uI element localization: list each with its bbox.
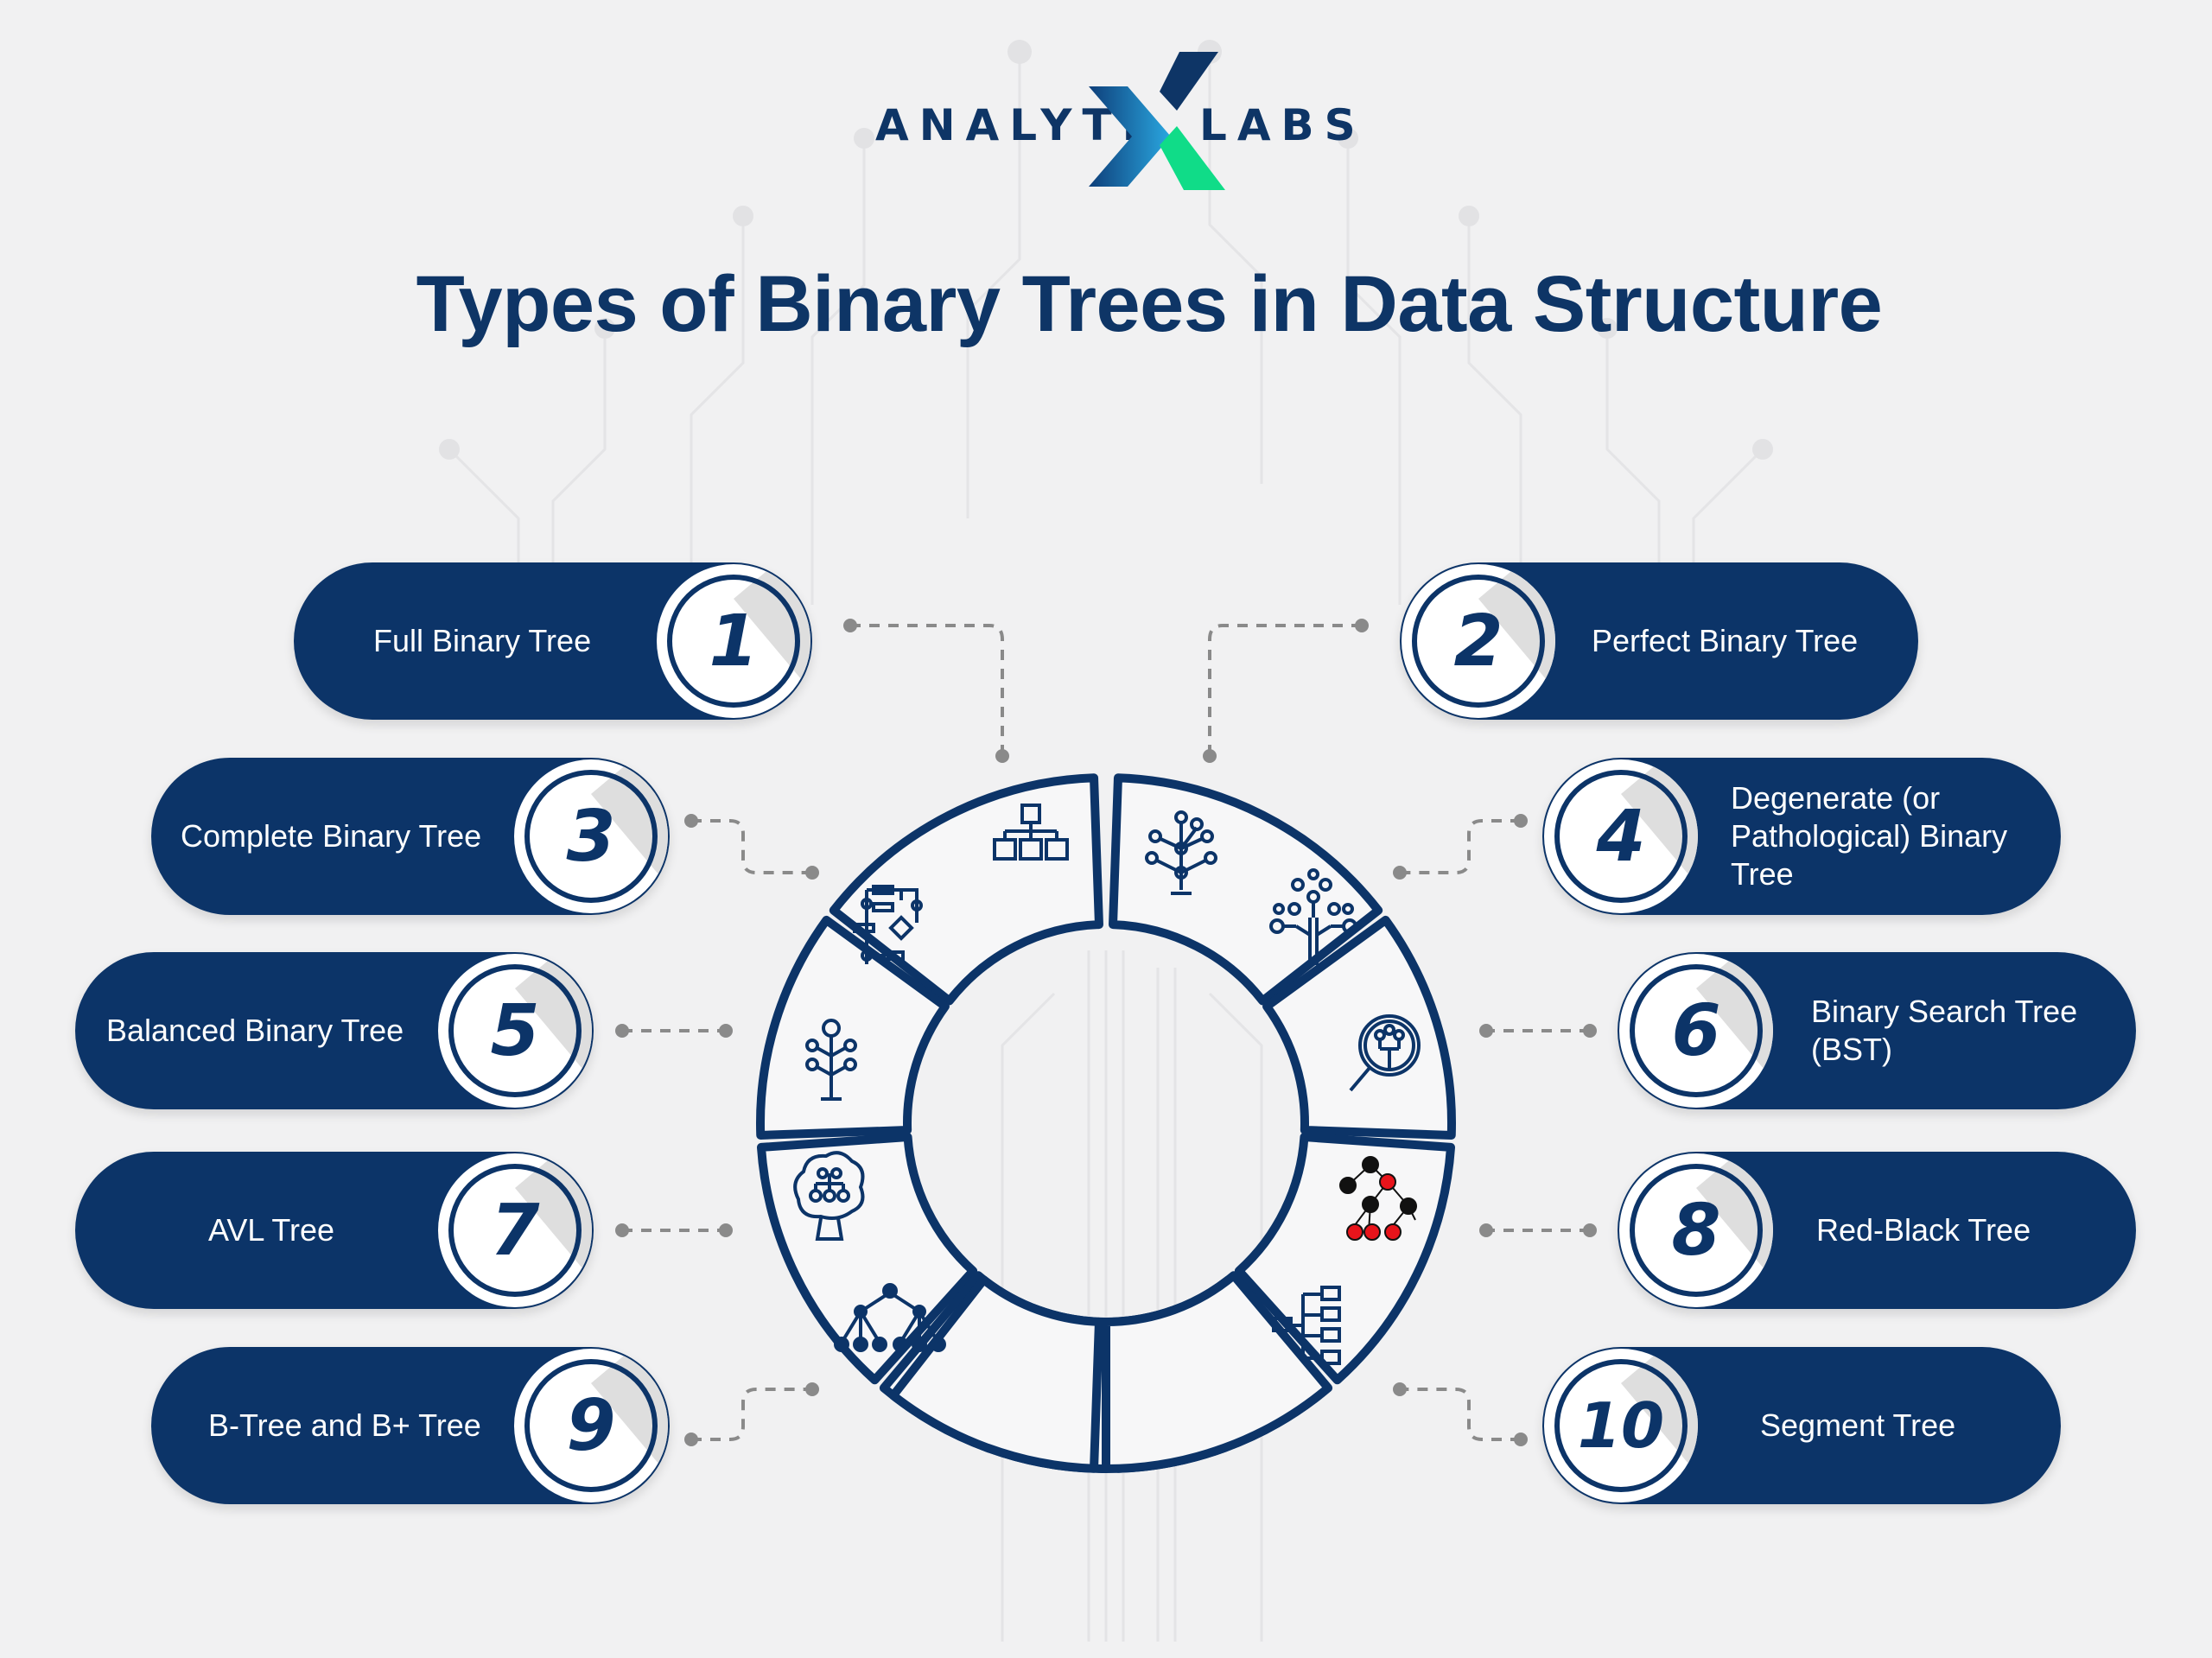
item-number: 1 xyxy=(709,600,759,683)
item-card-1[interactable]: Full Binary Tree 1 xyxy=(294,562,812,720)
item-label: Balanced Binary Tree xyxy=(106,1013,404,1048)
item-number: 8 xyxy=(1671,1189,1721,1272)
item-card-6[interactable]: 6 Binary Search Tree (BST) xyxy=(1618,952,2136,1109)
item-card-3[interactable]: Complete Binary Tree 3 xyxy=(151,758,670,915)
item-label: Full Binary Tree xyxy=(373,623,592,658)
number-badge: 8 xyxy=(1619,1153,1773,1307)
number-badge: 5 xyxy=(438,954,592,1108)
item-number: 2 xyxy=(1453,600,1503,683)
item-card-2[interactable]: 2 Perfect Binary Tree xyxy=(1400,562,1918,720)
item-label: Segment Tree xyxy=(1760,1407,1956,1443)
item-number: 4 xyxy=(1596,795,1646,878)
item-label: Degenerate (or Pathological) Binary Tree xyxy=(1731,780,2008,892)
item-number: 3 xyxy=(566,795,616,878)
item-card-4[interactable]: 4 Degenerate (or Pathological) Binary Tr… xyxy=(1542,758,2061,915)
number-badge: 4 xyxy=(1544,759,1698,913)
item-card-9[interactable]: B-Tree and B+ Tree 9 xyxy=(151,1347,670,1504)
item-number: 5 xyxy=(490,989,540,1072)
item-number: 10 xyxy=(1577,1389,1665,1462)
item-card-10[interactable]: 10 Segment Tree xyxy=(1542,1347,2061,1504)
number-badge: 9 xyxy=(514,1349,668,1502)
item-number: 9 xyxy=(566,1384,616,1467)
item-label: Binary Search Tree (BST) xyxy=(1811,994,2078,1067)
item-card-7[interactable]: AVL Tree 7 xyxy=(75,1152,594,1309)
number-badge: 7 xyxy=(438,1153,592,1307)
number-badge: 1 xyxy=(657,564,810,718)
number-badge: 10 xyxy=(1544,1349,1698,1502)
item-label: AVL Tree xyxy=(208,1212,335,1248)
item-label: B-Tree and B+ Tree xyxy=(208,1407,481,1443)
item-label: Complete Binary Tree xyxy=(181,818,482,854)
number-badge: 2 xyxy=(1402,564,1555,718)
number-badge: 3 xyxy=(514,759,668,913)
number-badge: 6 xyxy=(1619,954,1773,1108)
item-label: Perfect Binary Tree xyxy=(1592,623,1859,658)
item-label: Red-Black Tree xyxy=(1816,1212,2031,1248)
item-card-5[interactable]: Balanced Binary Tree 5 xyxy=(75,952,594,1109)
item-card-8[interactable]: 8 Red-Black Tree xyxy=(1618,1152,2136,1309)
item-number: 7 xyxy=(490,1189,540,1272)
item-number: 6 xyxy=(1671,989,1721,1072)
